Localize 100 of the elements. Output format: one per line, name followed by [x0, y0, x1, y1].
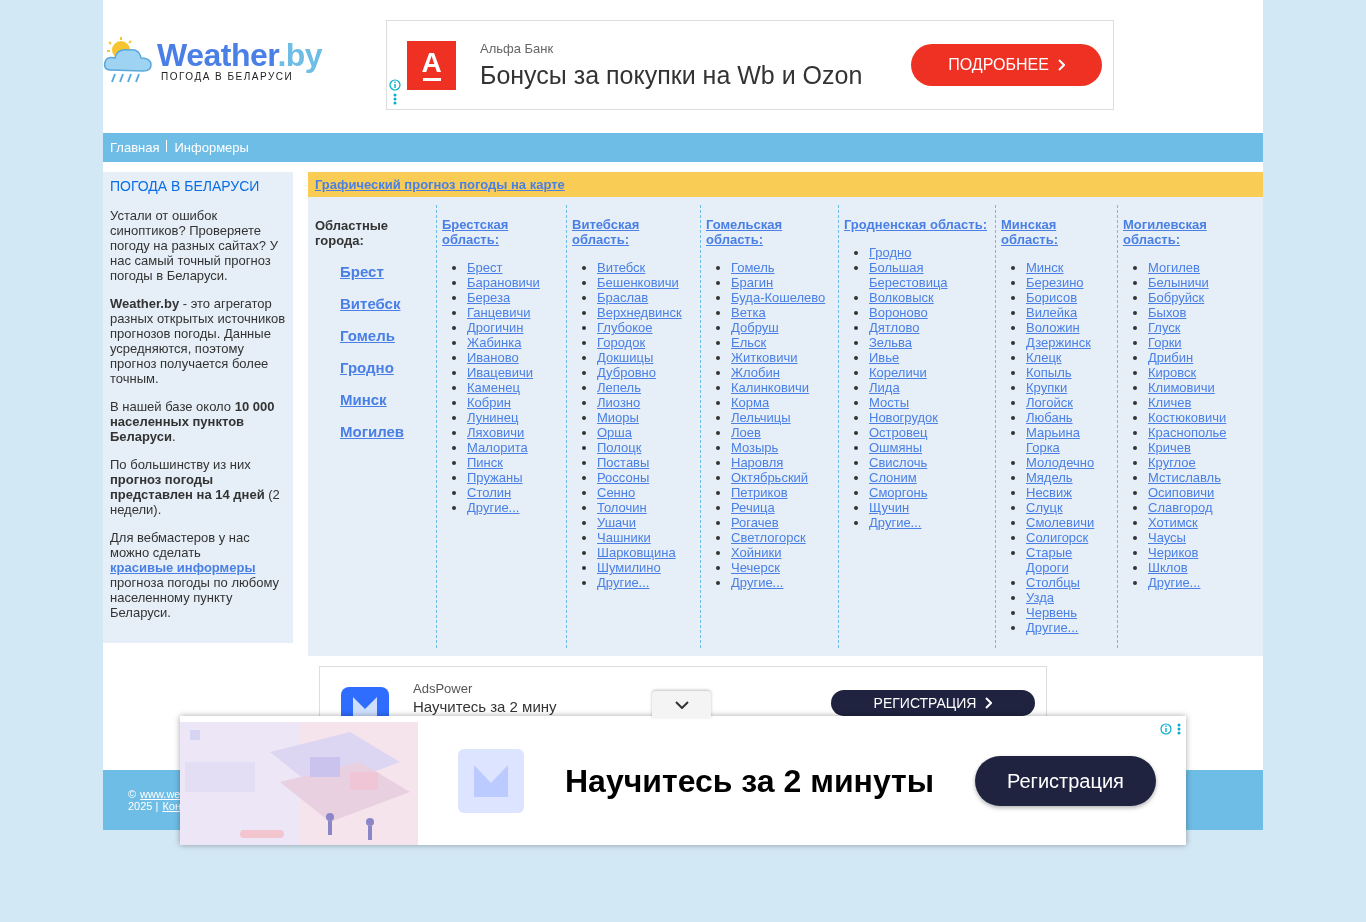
city-link[interactable]: Другие...: [597, 575, 650, 590]
city-link[interactable]: Слуцк: [1026, 500, 1063, 515]
city-link[interactable]: Пинск: [467, 455, 503, 470]
city-link[interactable]: Волковыск: [869, 290, 934, 305]
city-link[interactable]: Круглое: [1148, 455, 1196, 470]
city-link[interactable]: Малорита: [467, 440, 528, 455]
city-link[interactable]: Несвиж: [1026, 485, 1072, 500]
city-link[interactable]: Ляховичи: [467, 425, 525, 440]
city-link[interactable]: Буда-Кошелево: [731, 290, 826, 305]
city-link[interactable]: Лунинец: [467, 410, 519, 425]
city-link[interactable]: Пружаны: [467, 470, 523, 485]
city-link[interactable]: Ивацевичи: [467, 365, 534, 380]
city-link[interactable]: Хотимск: [1148, 515, 1198, 530]
city-link[interactable]: Иваново: [467, 350, 519, 365]
city-link[interactable]: Бобруйск: [1148, 290, 1205, 305]
nav-link[interactable]: Главная: [110, 137, 160, 158]
city-link[interactable]: Другие...: [467, 500, 520, 515]
city-link[interactable]: Лида: [869, 380, 900, 395]
city-link[interactable]: Глуск: [1148, 320, 1181, 335]
city-link[interactable]: Лепель: [597, 380, 641, 395]
city-link[interactable]: Мстиславль: [1148, 470, 1221, 485]
city-link[interactable]: Ошмяны: [869, 440, 923, 455]
informers-link[interactable]: красивые информеры: [110, 560, 256, 575]
city-link[interactable]: Сенно: [597, 485, 636, 500]
city-link[interactable]: Брест: [467, 260, 503, 275]
city-link[interactable]: Поставы: [597, 455, 650, 470]
ad-button[interactable]: РЕГИСТРАЦИЯ: [831, 690, 1035, 716]
city-link[interactable]: Другие...: [1148, 575, 1201, 590]
city-link[interactable]: Гомель: [340, 327, 395, 344]
city-link[interactable]: Миоры: [597, 410, 639, 425]
city-link[interactable]: Воложин: [1026, 320, 1080, 335]
more-icon[interactable]: [393, 93, 397, 105]
city-link[interactable]: Береза: [467, 290, 511, 305]
city-link[interactable]: Молодечно: [1026, 455, 1095, 470]
city-link[interactable]: Солигорск: [1026, 530, 1089, 545]
city-link[interactable]: Чериков: [1148, 545, 1199, 560]
region-link[interactable]: Витебская область:: [572, 217, 652, 247]
city-link[interactable]: Краснополье: [1148, 425, 1227, 440]
city-link[interactable]: Наровля: [731, 455, 784, 470]
city-link[interactable]: Дрогичин: [467, 320, 524, 335]
city-link[interactable]: Другие...: [869, 515, 922, 530]
city-link[interactable]: Кореличи: [869, 365, 927, 380]
city-link[interactable]: Гомель: [731, 260, 775, 275]
city-link[interactable]: Горки: [1148, 335, 1182, 350]
collapse-button[interactable]: [652, 691, 711, 718]
city-link[interactable]: Добруш: [731, 320, 779, 335]
city-link[interactable]: Светлогорск: [731, 530, 806, 545]
city-link[interactable]: Логойск: [1026, 395, 1073, 410]
city-link[interactable]: Жлобин: [731, 365, 780, 380]
city-link[interactable]: Большая Берестовица: [869, 260, 993, 290]
ad-button[interactable]: Регистрация: [975, 755, 1156, 806]
region-link[interactable]: Брестская область:: [442, 217, 522, 247]
city-link[interactable]: Калинковичи: [731, 380, 810, 395]
city-link[interactable]: Чашники: [597, 530, 651, 545]
region-link[interactable]: Минская область:: [1001, 217, 1081, 247]
city-link[interactable]: Осиповичи: [1148, 485, 1215, 500]
city-link[interactable]: Столин: [467, 485, 512, 500]
city-link[interactable]: Островец: [869, 425, 928, 440]
info-icon[interactable]: [1160, 723, 1172, 735]
city-link[interactable]: Дрибин: [1148, 350, 1194, 365]
nav-link[interactable]: Информеры: [174, 137, 249, 158]
city-link[interactable]: Житковичи: [731, 350, 798, 365]
city-link[interactable]: Вилейка: [1026, 305, 1078, 320]
city-link[interactable]: Мядель: [1026, 470, 1073, 485]
city-link[interactable]: Шарковщина: [597, 545, 676, 560]
city-link[interactable]: Кировск: [1148, 365, 1197, 380]
city-link[interactable]: Могилев: [1148, 260, 1200, 275]
city-link[interactable]: Толочин: [597, 500, 647, 515]
city-link[interactable]: Лоев: [731, 425, 761, 440]
city-link[interactable]: Ельск: [731, 335, 767, 350]
city-link[interactable]: Славгород: [1148, 500, 1213, 515]
city-link[interactable]: Каменец: [467, 380, 520, 395]
city-link[interactable]: Ветка: [731, 305, 766, 320]
city-link[interactable]: Червень: [1026, 605, 1078, 620]
info-icon[interactable]: [389, 79, 401, 91]
city-link[interactable]: Крупки: [1026, 380, 1068, 395]
city-link[interactable]: Кобрин: [467, 395, 511, 410]
city-link[interactable]: Гродно: [869, 245, 912, 260]
city-link[interactable]: Кличев: [1148, 395, 1192, 410]
city-link[interactable]: Ушачи: [597, 515, 637, 530]
city-link[interactable]: Октябрьский: [731, 470, 809, 485]
more-icon[interactable]: [1177, 723, 1181, 735]
city-link[interactable]: Барановичи: [467, 275, 540, 290]
map-link[interactable]: Графический прогноз погоды на карте: [315, 174, 565, 195]
city-link[interactable]: Старые Дороги: [1026, 545, 1115, 575]
city-link[interactable]: Сморгонь: [869, 485, 928, 500]
city-link[interactable]: Минск: [1026, 260, 1064, 275]
ad-button[interactable]: ПОДРОБНЕЕ: [911, 44, 1102, 86]
city-link[interactable]: Слоним: [869, 470, 917, 485]
city-link[interactable]: Брагин: [731, 275, 774, 290]
city-link[interactable]: Дубровно: [597, 365, 656, 380]
city-link[interactable]: Быхов: [1148, 305, 1187, 320]
city-link[interactable]: Шумилино: [597, 560, 661, 575]
city-link[interactable]: Дятлово: [869, 320, 920, 335]
city-link[interactable]: Дзержинск: [1026, 335, 1091, 350]
city-link[interactable]: Белыничи: [1148, 275, 1209, 290]
region-link[interactable]: Гомельская область:: [706, 217, 786, 247]
city-link[interactable]: Борисов: [1026, 290, 1078, 305]
city-link[interactable]: Климовичи: [1148, 380, 1215, 395]
city-link[interactable]: Другие...: [731, 575, 784, 590]
